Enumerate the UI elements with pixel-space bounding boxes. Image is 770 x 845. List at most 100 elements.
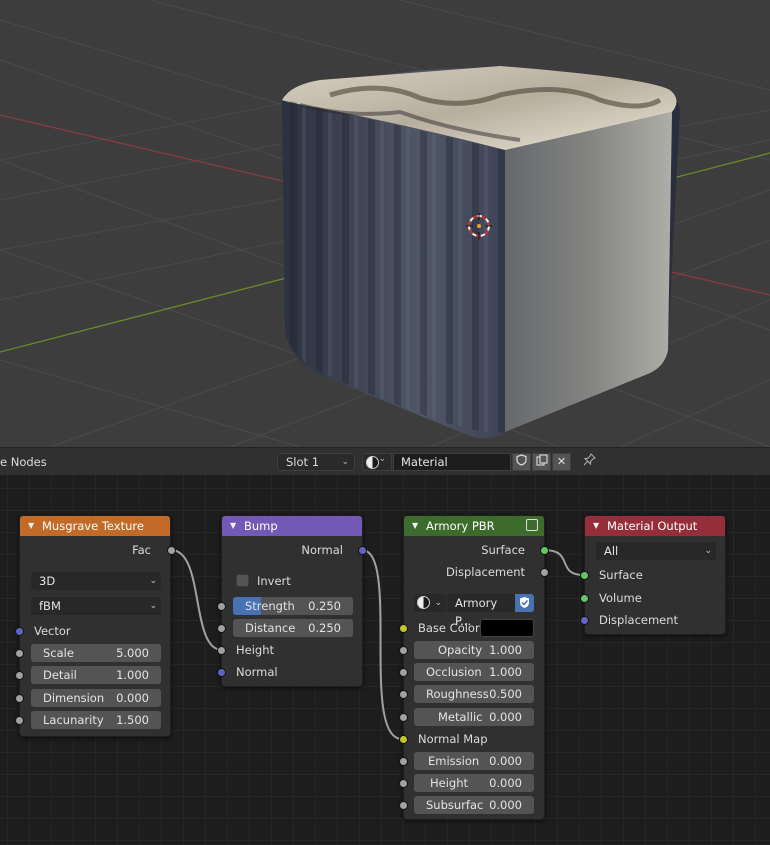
vector-label: Vector: [34, 624, 71, 638]
displacement-output-socket[interactable]: [540, 568, 549, 577]
collapse-triangle-icon[interactable]: ▼: [593, 516, 599, 536]
material-output-node[interactable]: ▼ Material Output All ⌄ Surface Volume Di…: [580, 515, 726, 635]
occlusion-input-socket[interactable]: [399, 668, 408, 677]
type-value: fBM: [39, 599, 61, 613]
normal-input-socket[interactable]: [217, 668, 226, 677]
node-group-browse-button[interactable]: ⌄: [414, 594, 446, 612]
roughness-field[interactable]: Roughness 0.500: [414, 685, 534, 703]
scale-field[interactable]: Scale 5.000: [31, 644, 161, 662]
normal-map-input-socket[interactable]: [399, 735, 408, 744]
strength-input-socket[interactable]: [217, 602, 226, 611]
vector-input-socket[interactable]: [15, 627, 24, 636]
field-label: Scale: [43, 646, 74, 660]
node-group-name-field[interactable]: Armory P...: [447, 594, 515, 628]
roughness-input-socket[interactable]: [399, 690, 408, 699]
field-label: Dimension: [43, 691, 105, 705]
musgrave-texture-node[interactable]: ▼ Musgrave Texture Fac 3D ⌄ fBM ⌄ Vector S…: [15, 515, 176, 737]
invert-checkbox[interactable]: [236, 574, 249, 587]
field-label: Roughness: [426, 687, 489, 701]
node-group-icon[interactable]: [526, 519, 538, 531]
base-color-input-socket[interactable]: [399, 624, 408, 633]
field-value: 1.000: [116, 668, 149, 682]
viewport-scene: [0, 0, 770, 447]
slot-label: Slot 1: [286, 455, 320, 469]
bump-node[interactable]: ▼ Bump Normal Invert Strength 0.250 Dista…: [217, 515, 367, 687]
node-title: Musgrave Texture: [42, 519, 144, 533]
emission-field[interactable]: Emission 0.000: [414, 752, 534, 770]
unlink-material-button[interactable]: ✕: [552, 453, 571, 471]
lacunarity-field[interactable]: Lacunarity 1.500: [31, 711, 161, 729]
close-icon: ✕: [556, 455, 567, 468]
dimension-input-socket[interactable]: [15, 694, 24, 703]
distance-input-socket[interactable]: [217, 624, 226, 633]
node-title: Material Output: [607, 519, 698, 533]
material-browse-button[interactable]: ⌄: [362, 453, 392, 471]
metallic-field[interactable]: Metallic 0.000: [414, 708, 534, 726]
node-editor-header: e Nodes Slot 1 ⌄ ⌄ Material ✕: [0, 447, 770, 475]
slot-select[interactable]: Slot 1 ⌄: [277, 453, 355, 471]
armory-pbr-node[interactable]: ▼ Armory PBR Surface Displacement ⌄ Armo…: [399, 515, 549, 820]
occlusion-field[interactable]: Occlusion 1.000: [414, 663, 534, 681]
surface-output-socket[interactable]: [540, 546, 549, 555]
height-field[interactable]: Height 0.000: [414, 774, 534, 792]
field-label: Lacunarity: [43, 713, 104, 727]
node-header[interactable]: ▼ Musgrave Texture: [20, 516, 170, 536]
emission-input-socket[interactable]: [399, 757, 408, 766]
field-value: 1.000: [489, 643, 522, 657]
dimension-dropdown[interactable]: 3D ⌄: [31, 572, 161, 590]
collapse-triangle-icon[interactable]: ▼: [412, 516, 418, 536]
pin-button[interactable]: [580, 453, 598, 471]
field-value: 0.000: [489, 710, 522, 724]
textured-cube[interactable]: [282, 66, 680, 439]
node-header[interactable]: ▼ Armory PBR: [404, 516, 544, 536]
target-value: All: [604, 544, 619, 558]
collapse-triangle-icon[interactable]: ▼: [230, 516, 236, 536]
normal-output-socket[interactable]: [358, 546, 367, 555]
field-value: 0.000: [116, 691, 149, 705]
metallic-input-socket[interactable]: [399, 713, 408, 722]
shield-check-icon: [520, 597, 529, 608]
3d-viewport[interactable]: [0, 0, 770, 447]
field-value: 1.000: [489, 665, 522, 679]
subsurface-input-socket[interactable]: [399, 801, 408, 810]
detail-field[interactable]: Detail 1.000: [31, 666, 161, 684]
node-editor-canvas[interactable]: ▼ Musgrave Texture Fac 3D ⌄ fBM ⌄ Vector S…: [0, 475, 770, 845]
render-target-dropdown[interactable]: All ⌄: [596, 542, 716, 560]
field-value: 0.500: [489, 687, 522, 701]
field-value: 0.000: [489, 754, 522, 768]
height-input-socket[interactable]: [399, 779, 408, 788]
surface-input-socket[interactable]: [580, 571, 589, 580]
node-title: Armory PBR: [426, 519, 495, 533]
normal-map-label: Normal Map: [418, 732, 488, 746]
displacement-input-label: Displacement: [599, 613, 679, 627]
scale-input-socket[interactable]: [15, 649, 24, 658]
volume-input-socket[interactable]: [580, 594, 589, 603]
field-value: 0.250: [308, 599, 341, 613]
node-header[interactable]: ▼ Bump: [222, 516, 362, 536]
base-color-swatch[interactable]: [480, 619, 534, 637]
pin-icon: [583, 453, 596, 466]
strength-slider[interactable]: Strength 0.250: [233, 597, 353, 615]
material-name-field[interactable]: Material: [393, 453, 511, 471]
fac-output-socket[interactable]: [167, 546, 176, 555]
subsurface-field[interactable]: Subsurfac 0.000: [414, 796, 534, 814]
editor-title: e Nodes: [0, 455, 47, 469]
node-header[interactable]: ▼ Material Output: [585, 516, 725, 536]
detail-input-socket[interactable]: [15, 671, 24, 680]
node-title: Bump: [244, 519, 278, 533]
opacity-input-socket[interactable]: [399, 646, 408, 655]
dimension-field[interactable]: Dimension 0.000: [31, 689, 161, 707]
displacement-input-socket[interactable]: [580, 616, 589, 625]
collapse-triangle-icon[interactable]: ▼: [28, 516, 34, 536]
height-input-socket[interactable]: [217, 646, 226, 655]
distance-field[interactable]: Distance 0.250: [233, 619, 353, 637]
chevron-down-icon: ⌄: [149, 576, 157, 586]
fake-user-button[interactable]: [512, 453, 531, 471]
fac-output-label: Fac: [132, 543, 151, 557]
musgrave-type-dropdown[interactable]: fBM ⌄: [31, 597, 161, 615]
fake-user-toggle[interactable]: [515, 594, 534, 612]
lacunarity-input-socket[interactable]: [15, 716, 24, 725]
opacity-field[interactable]: Opacity 1.000: [414, 641, 534, 659]
duplicate-material-button[interactable]: [532, 453, 551, 471]
field-label: Metallic: [438, 710, 483, 724]
